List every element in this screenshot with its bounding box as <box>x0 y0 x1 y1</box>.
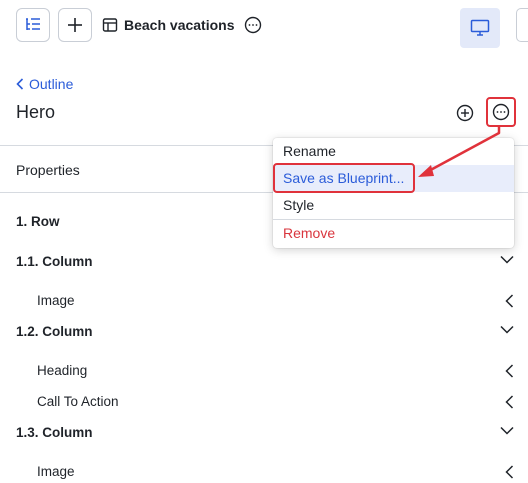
chevron-left-icon[interactable] <box>505 465 514 479</box>
tree-item-label: Image <box>37 293 75 308</box>
tree-item-label: Image <box>37 464 75 479</box>
back-link-label: Outline <box>29 76 74 92</box>
plus-icon <box>68 18 82 32</box>
chevron-down-icon[interactable] <box>500 325 514 334</box>
more-icon[interactable] <box>244 16 262 34</box>
tree-item-label: 1.2. Column <box>16 324 93 339</box>
more-icon <box>492 103 510 121</box>
annotation-highlight-box <box>273 163 415 193</box>
desktop-icon <box>470 19 490 36</box>
tree-item-image[interactable]: Image <box>0 289 528 313</box>
component-title: Hero <box>16 102 56 122</box>
add-circle-icon[interactable] <box>456 104 474 122</box>
chevron-down-icon[interactable] <box>500 426 514 435</box>
document-title: Beach vacations <box>124 17 235 33</box>
menu-item-remove[interactable]: Remove <box>273 220 514 247</box>
tree-item-image[interactable]: Image <box>0 460 528 483</box>
chevron-left-icon <box>16 78 24 90</box>
chevron-left-icon[interactable] <box>505 395 514 409</box>
tree-item-label: 1.1. Column <box>16 254 93 269</box>
menu-item-rename[interactable]: Rename <box>273 138 514 165</box>
component-context-menu: Rename Save as Blueprint... Style Remove <box>273 138 514 248</box>
add-button[interactable] <box>58 8 92 42</box>
device-preview-button[interactable] <box>460 8 500 48</box>
document-title-area: Beach vacations <box>102 15 262 35</box>
tree-item-label: 1.3. Column <box>16 425 93 440</box>
tree-item-column[interactable]: 1.1. Column <box>0 250 528 274</box>
tree-item-label: Call To Action <box>37 394 119 409</box>
tree-item-column[interactable]: 1.3. Column <box>0 421 528 445</box>
chevron-down-icon[interactable] <box>500 255 514 264</box>
outline-tree-icon <box>26 18 40 30</box>
component-more-button[interactable] <box>486 97 516 127</box>
tree-item-call-to-action[interactable]: Call To Action <box>0 390 528 414</box>
template-icon <box>102 18 118 32</box>
tree-item-heading[interactable]: Heading <box>0 359 528 383</box>
tree-item-label: Heading <box>37 363 88 378</box>
outline-toggle-button[interactable] <box>16 8 50 42</box>
chevron-left-icon[interactable] <box>505 294 514 308</box>
tree-item-label: 1. Row <box>16 214 60 229</box>
top-toolbar: Beach vacations <box>0 0 528 52</box>
menu-item-style[interactable]: Style <box>273 192 514 219</box>
toolbar-edge-button[interactable] <box>516 8 528 42</box>
properties-tab[interactable]: Properties <box>16 162 80 178</box>
chevron-left-icon[interactable] <box>505 364 514 378</box>
tree-item-column[interactable]: 1.2. Column <box>0 320 528 344</box>
back-to-outline-link[interactable]: Outline <box>16 76 73 92</box>
